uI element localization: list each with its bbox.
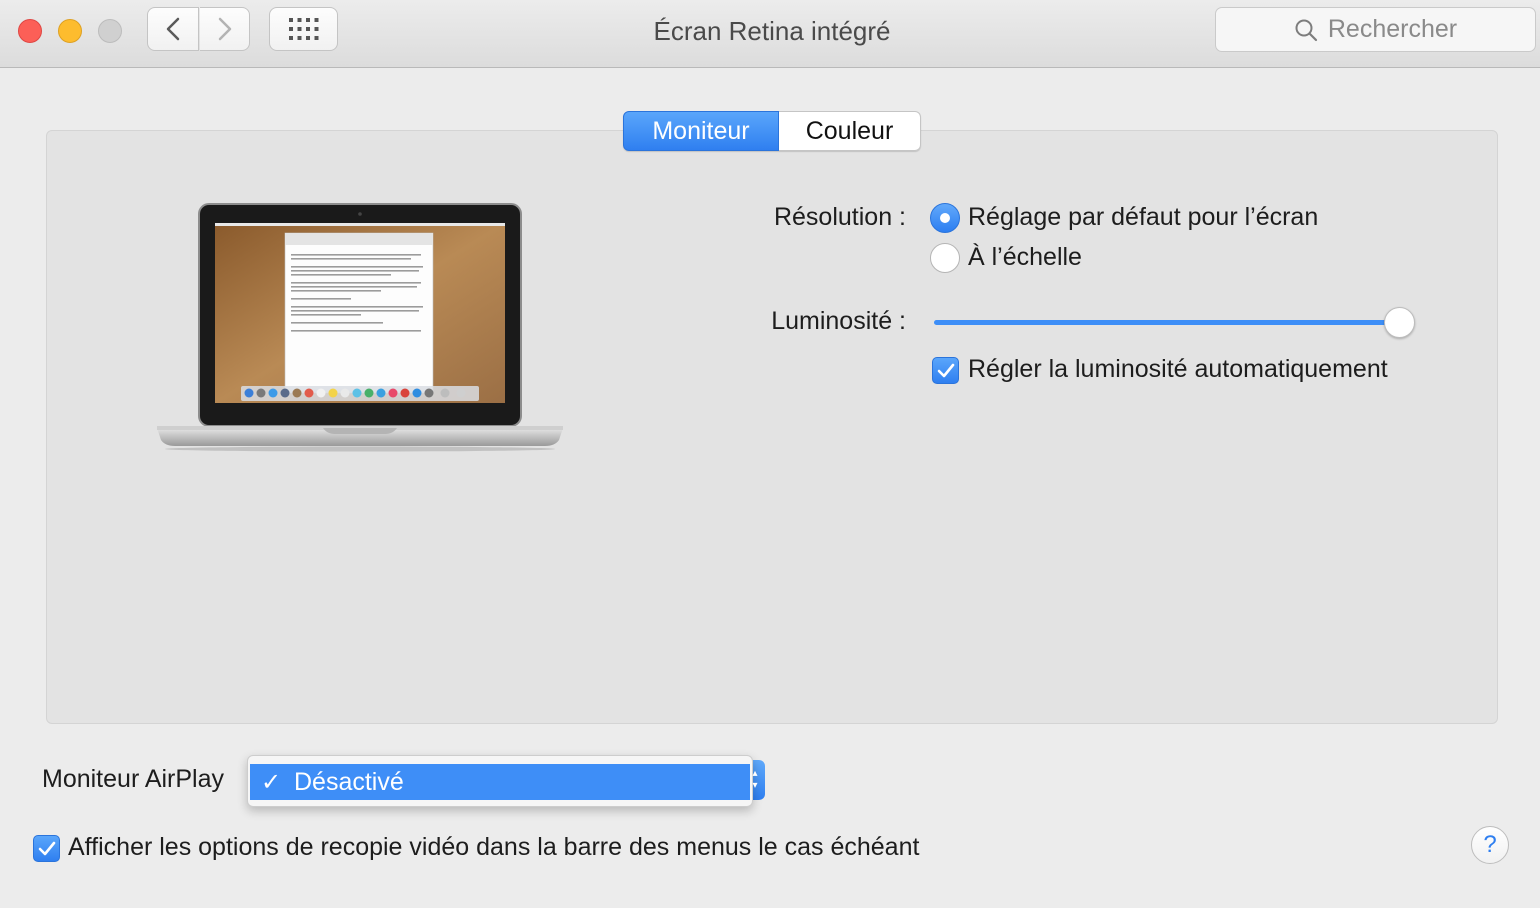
resolution-scaled-label[interactable]: À l’échelle xyxy=(968,243,1082,272)
resolution-scaled-radio[interactable] xyxy=(930,243,960,273)
airplay-menu-item[interactable]: ✓ Désactivé xyxy=(250,764,750,800)
chevron-right-icon xyxy=(218,17,231,41)
checkmark-icon xyxy=(937,363,954,377)
search-field[interactable]: Rechercher xyxy=(1215,7,1536,52)
tab-bar: Moniteur Couleur xyxy=(623,111,921,151)
auto-brightness-label[interactable]: Régler la luminosité automatiquement xyxy=(968,355,1388,384)
laptop-illustration xyxy=(157,203,563,452)
help-icon: ? xyxy=(1483,831,1497,858)
tab-couleur[interactable]: Couleur xyxy=(779,111,921,151)
auto-brightness-checkbox[interactable] xyxy=(932,357,959,384)
popup-stepper-icon: ▴ ▾ xyxy=(752,768,758,791)
resolution-label: Résolution : xyxy=(773,203,906,231)
brightness-label: Luminosité : xyxy=(771,307,906,335)
selected-check-icon: ✓ xyxy=(260,768,282,796)
mirroring-label[interactable]: Afficher les options de recopie vidéo da… xyxy=(68,833,919,862)
airplay-menu: ✓ Désactivé xyxy=(247,755,753,807)
grid-icon xyxy=(288,18,318,40)
airplay-selected-label: Désactivé xyxy=(294,767,404,796)
title-bar: Écran Retina intégré Rechercher xyxy=(0,0,1540,68)
minimize-window-button[interactable] xyxy=(58,19,82,43)
resolution-default-label[interactable]: Réglage par défaut pour l’écran xyxy=(968,203,1318,232)
back-button[interactable] xyxy=(147,7,199,51)
show-all-button[interactable] xyxy=(269,7,338,51)
tab-moniteur[interactable]: Moniteur xyxy=(623,111,779,151)
airplay-label: Moniteur AirPlay xyxy=(42,765,225,793)
search-placeholder: Rechercher xyxy=(1327,15,1458,43)
mirroring-checkbox[interactable] xyxy=(33,835,60,862)
help-button[interactable]: ? xyxy=(1471,826,1509,864)
close-window-button[interactable] xyxy=(18,19,42,43)
zoom-window-button[interactable] xyxy=(98,19,122,43)
window-title: Écran Retina intégré xyxy=(653,16,891,46)
checkmark-icon xyxy=(38,841,55,855)
chevron-left-icon xyxy=(166,17,180,41)
resolution-default-radio[interactable] xyxy=(930,203,960,233)
search-icon xyxy=(1295,19,1317,41)
brightness-slider-track[interactable] xyxy=(934,320,1404,325)
forward-button[interactable] xyxy=(200,7,250,51)
